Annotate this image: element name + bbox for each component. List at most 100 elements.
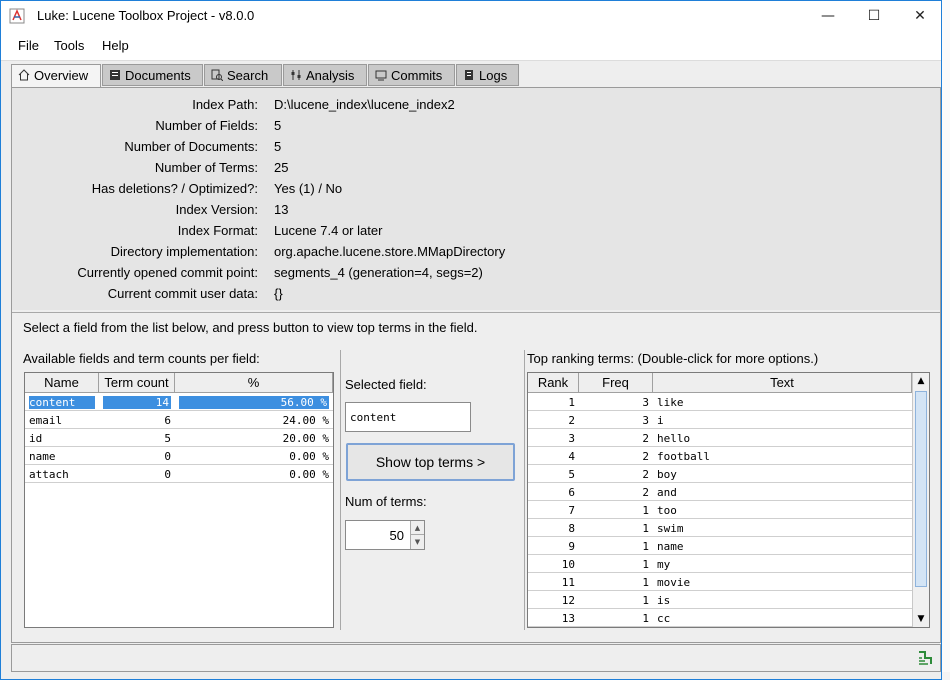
term-rank: 8 — [528, 520, 579, 537]
table-row[interactable]: 8 1 swim — [528, 520, 912, 538]
table-row[interactable]: email 6 24.00 % — [25, 412, 333, 430]
panel-divider — [524, 350, 525, 630]
table-row[interactable]: 9 1 name — [528, 538, 912, 556]
table-row[interactable]: 6 2 and — [528, 484, 912, 502]
table-row[interactable]: name 0 0.00 % — [25, 448, 333, 466]
field-name: attach — [25, 466, 99, 483]
term-text: my — [653, 556, 912, 573]
term-rank: 4 — [528, 448, 579, 465]
panel-divider — [340, 350, 341, 630]
table-row[interactable]: 1 3 like — [528, 394, 912, 412]
spinner-up-icon[interactable]: ▲ — [410, 521, 424, 535]
tab-label: Analysis — [306, 68, 355, 83]
tab-documents[interactable]: Documents — [102, 64, 203, 86]
field-name: name — [25, 448, 99, 465]
field-name: content — [29, 396, 95, 409]
tab-label: Documents — [125, 68, 191, 83]
close-button[interactable]: ✕ — [897, 1, 943, 31]
term-text: football — [653, 448, 912, 465]
terms-scrollbar[interactable]: ▲ ▼ — [912, 373, 929, 627]
field-percent: 20.00 % — [175, 430, 333, 447]
term-rank: 3 — [528, 430, 579, 447]
directory-impl-label: Directory implementation: — [110, 244, 258, 259]
scroll-down-icon[interactable]: ▼ — [913, 611, 929, 627]
selected-field-label: Selected field: — [345, 377, 427, 392]
instruction-text: Select a field from the list below, and … — [23, 320, 478, 335]
lucene-logo-icon — [919, 651, 932, 665]
column-percent-header[interactable]: % — [175, 373, 333, 393]
search-icon — [211, 69, 223, 81]
tab-logs[interactable]: Logs — [456, 64, 519, 86]
table-row[interactable]: 13 1 cc — [528, 610, 912, 628]
tab-overview[interactable]: Overview — [11, 64, 101, 87]
overview-panel: Index Path: D:\lucene_index\lucene_index… — [11, 87, 941, 643]
scrollbar-thumb[interactable] — [915, 391, 927, 587]
num-terms-label: Num of terms: — [345, 494, 427, 509]
tab-commits[interactable]: Commits — [368, 64, 455, 86]
term-freq: 1 — [579, 574, 653, 591]
index-path-label: Index Path: — [192, 97, 258, 112]
menu-help[interactable]: Help — [102, 38, 129, 53]
term-freq: 3 — [579, 412, 653, 429]
term-freq: 2 — [579, 448, 653, 465]
table-row[interactable]: 5 2 boy — [528, 466, 912, 484]
table-row[interactable]: attach 0 0.00 % — [25, 466, 333, 484]
title-bar[interactable]: Luke: Lucene Toolbox Project - v8.0.0 — … — [1, 1, 941, 31]
minimize-button[interactable]: — — [805, 1, 851, 31]
term-rank: 13 — [528, 610, 579, 627]
term-freq: 1 — [579, 592, 653, 609]
term-text: like — [653, 394, 912, 411]
top-terms-table[interactable]: Rank Freq Text 1 3 like 23i 3 2 hello 4 2 foot… — [527, 372, 930, 628]
selected-field-input[interactable]: content — [345, 402, 471, 432]
table-row[interactable]: 7 1 too — [528, 502, 912, 520]
term-rank: 2 — [528, 412, 579, 429]
term-rank: 5 — [528, 466, 579, 483]
term-rank: 10 — [528, 556, 579, 573]
index-format-label: Index Format: — [177, 223, 258, 238]
commit-user-data-label: Current commit user data: — [107, 286, 258, 301]
term-text: name — [653, 538, 912, 555]
maximize-button[interactable]: ☐ — [851, 1, 897, 31]
tab-label: Logs — [479, 68, 508, 83]
tab-label: Commits — [391, 68, 443, 83]
terms-panel-label: Top ranking terms: (Double-click for mor… — [527, 351, 819, 366]
term-text: cc — [653, 610, 912, 627]
column-term-count-header[interactable]: Term count — [99, 373, 175, 393]
directory-impl-value: org.apache.lucene.store.MMapDirectory — [274, 244, 506, 259]
fields-table-header: Name Term count % — [25, 373, 333, 393]
num-terms-spinner[interactable]: 50 ▲ ▼ — [345, 520, 425, 550]
show-top-terms-button[interactable]: Show top terms > — [346, 443, 515, 481]
table-row[interactable]: 4 2 football — [528, 448, 912, 466]
tab-search[interactable]: Search — [204, 64, 282, 86]
section-divider — [12, 312, 940, 313]
table-row[interactable]: 12 1 is — [528, 592, 912, 610]
column-name-header[interactable]: Name — [25, 373, 99, 393]
fields-table[interactable]: Name Term count % content 14 56.00 % ema… — [24, 372, 334, 628]
term-text: movie — [653, 574, 912, 591]
analysis-icon — [291, 70, 301, 80]
term-rank: 12 — [528, 592, 579, 609]
field-term-count: 0 — [99, 448, 175, 465]
status-bar — [11, 644, 941, 672]
index-version-value: 13 — [274, 202, 289, 217]
table-row[interactable]: 11 1 movie — [528, 574, 912, 592]
menu-file[interactable]: File — [18, 38, 39, 53]
term-rank: 11 — [528, 574, 579, 591]
table-row[interactable]: id 5 20.00 % — [25, 430, 333, 448]
field-term-count: 5 — [99, 430, 175, 447]
table-row[interactable]: 10 1 my — [528, 556, 912, 574]
term-text: i — [653, 412, 912, 429]
spinner-down-icon[interactable]: ▼ — [410, 535, 424, 549]
menu-bar: File Tools Help — [1, 31, 941, 61]
column-rank-header[interactable]: Rank — [528, 373, 579, 393]
table-row[interactable]: content 14 56.00 % — [25, 394, 333, 412]
table-row[interactable]: 3 2 hello — [528, 430, 912, 448]
table-row[interactable]: 23i — [528, 412, 912, 430]
menu-tools[interactable]: Tools — [54, 38, 84, 53]
term-text: too — [653, 502, 912, 519]
scroll-up-icon[interactable]: ▲ — [913, 373, 929, 389]
column-freq-header[interactable]: Freq — [579, 373, 653, 393]
tab-analysis[interactable]: Analysis — [283, 64, 367, 86]
commits-icon — [375, 70, 387, 81]
column-text-header[interactable]: Text — [653, 373, 912, 393]
